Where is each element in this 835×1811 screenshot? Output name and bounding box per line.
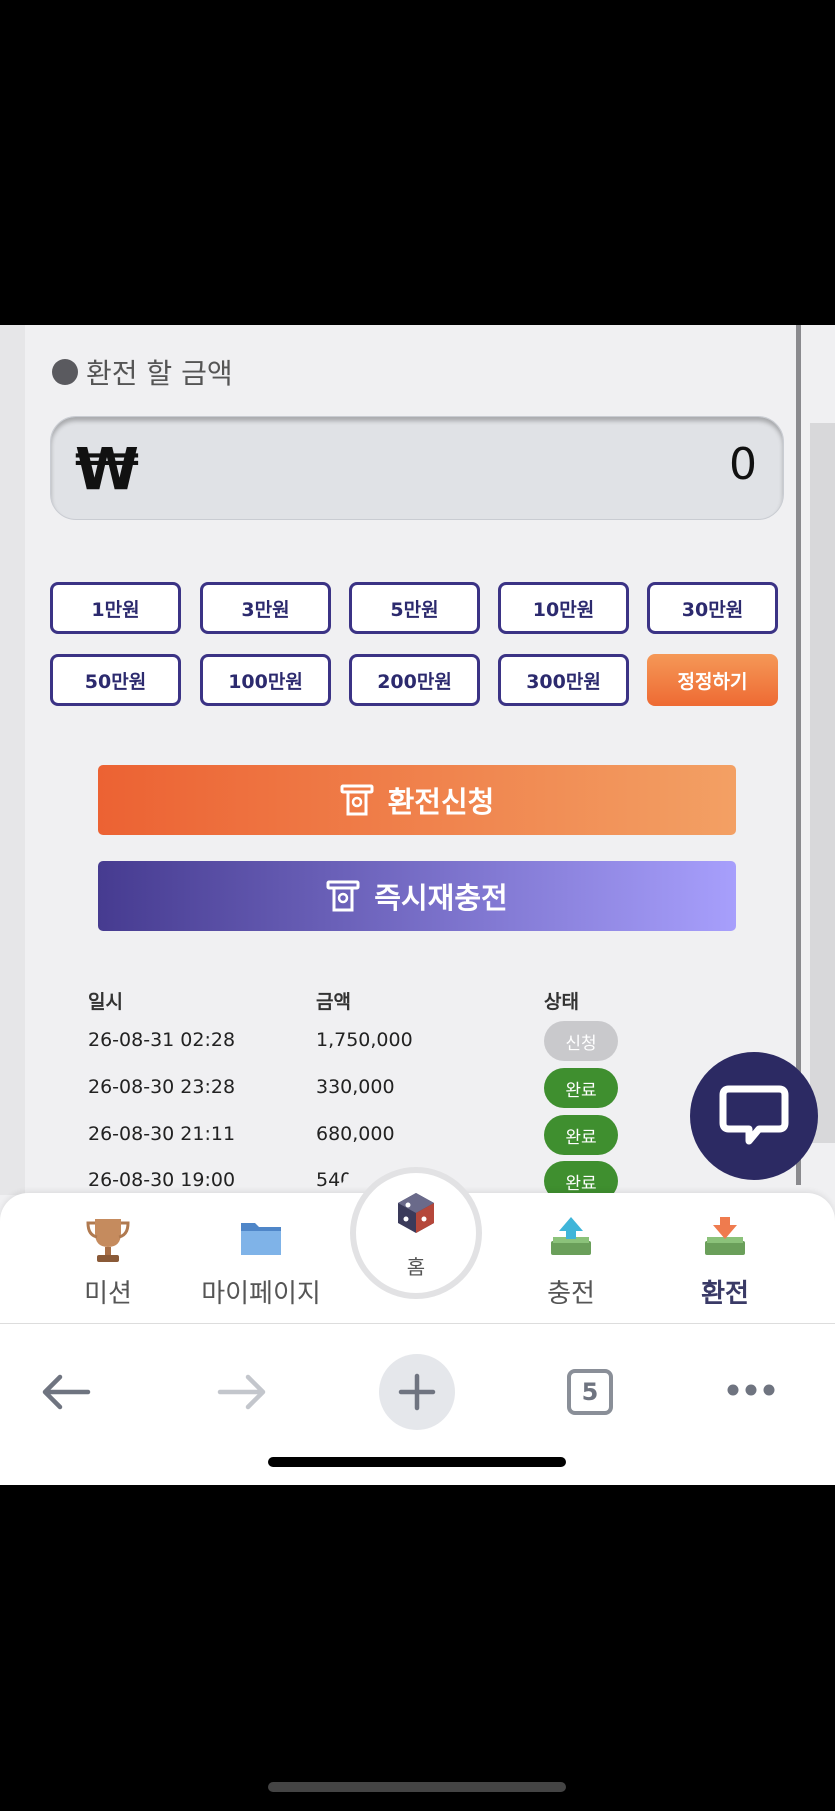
row-date: 26-08-30 21:11	[88, 1123, 236, 1145]
atm-icon	[340, 784, 374, 816]
browser-new-tab-button[interactable]	[379, 1354, 455, 1430]
instant-recharge-label: 즉시재충전	[374, 881, 508, 915]
nav-exchange[interactable]: 환전	[650, 1193, 800, 1313]
plus-icon	[379, 1354, 455, 1430]
browser-tabs-button[interactable]: 5	[567, 1369, 613, 1415]
nav-charge[interactable]: 충전	[496, 1193, 646, 1313]
row-amount: 1,750,000	[316, 1029, 413, 1051]
header-amount: 금액	[316, 991, 351, 1013]
header-status: 상태	[544, 991, 579, 1013]
tab-count: 5	[567, 1369, 613, 1415]
row-date: 26-08-30 23:28	[88, 1076, 236, 1098]
exchange-page: 환전 할 금액 ₩ 0 1만원 3만원 5만원 10만원 30만원 50만원 1…	[0, 325, 835, 1485]
amount-input[interactable]: ₩ 0	[50, 416, 784, 520]
money-down-icon	[705, 1217, 745, 1255]
trophy-icon	[86, 1219, 130, 1262]
nav-home-label: 홈	[406, 1255, 426, 1279]
chip-100000[interactable]: 10만원	[498, 582, 629, 634]
browser-more-button[interactable]	[726, 1382, 776, 1401]
folder-icon	[241, 1223, 281, 1255]
row-amount: 680,000	[316, 1123, 395, 1145]
arrow-left-icon	[42, 1374, 91, 1410]
chat-bubble-icon	[719, 1085, 789, 1145]
status-badge: 완료	[544, 1068, 618, 1108]
exchange-request-button[interactable]: 환전신청	[98, 765, 736, 835]
nav-mypage-label: 마이페이지	[201, 1279, 321, 1309]
background-panel	[810, 423, 835, 1143]
status-badge: 신청	[544, 1021, 618, 1061]
exchange-request-label: 환전신청	[387, 785, 495, 819]
row-amount: 330,000	[316, 1076, 395, 1098]
money-up-icon	[551, 1217, 591, 1255]
browser-back-button[interactable]	[40, 1372, 92, 1416]
chip-30000[interactable]: 3만원	[200, 582, 331, 634]
nav-charge-label: 충전	[547, 1279, 595, 1309]
casino-icon	[398, 1193, 434, 1233]
more-dots-icon	[727, 1384, 775, 1396]
bullet-dot-icon	[52, 359, 78, 385]
amount-value: 0	[729, 439, 757, 490]
browser-forward-button[interactable]	[216, 1372, 268, 1416]
arrow-right-icon	[217, 1374, 266, 1410]
status-badge: 완료	[544, 1115, 618, 1155]
header-date: 일시	[88, 991, 123, 1013]
nav-home-button[interactable]: 홈	[350, 1167, 482, 1299]
amount-label: 환전 할 금액	[52, 355, 233, 390]
chip-50000[interactable]: 5만원	[349, 582, 480, 634]
row-date: 26-08-31 02:28	[88, 1029, 236, 1051]
scrollbar[interactable]	[796, 325, 801, 1185]
nav-mission[interactable]: 미션	[33, 1193, 183, 1313]
table-row: 26-08-31 02:28 1,750,000 신청	[88, 1021, 688, 1065]
won-symbol: ₩	[75, 435, 139, 503]
chip-300000[interactable]: 30만원	[647, 582, 778, 634]
chip-3000000[interactable]: 300만원	[498, 654, 629, 706]
chip-2000000[interactable]: 200만원	[349, 654, 480, 706]
atm-icon	[326, 880, 360, 912]
chip-1000000[interactable]: 100만원	[200, 654, 331, 706]
row-date: 26-08-30 19:00	[88, 1169, 236, 1191]
nav-mission-label: 미션	[84, 1279, 132, 1309]
live-chat-button[interactable]	[690, 1052, 818, 1180]
nav-mypage[interactable]: 마이페이지	[186, 1193, 336, 1313]
instant-recharge-button[interactable]: 즉시재충전	[98, 861, 736, 931]
chip-10000[interactable]: 1만원	[50, 582, 181, 634]
home-indicator	[268, 1457, 566, 1467]
table-row: 26-08-30 23:28 330,000 완료	[88, 1068, 688, 1112]
reset-button[interactable]: 정정하기	[647, 654, 778, 706]
browser-toolbar: 5	[0, 1323, 835, 1485]
chip-500000[interactable]: 50만원	[50, 654, 181, 706]
left-margin	[0, 325, 25, 1195]
system-home-indicator	[268, 1782, 566, 1792]
nav-exchange-label: 환전	[701, 1279, 749, 1309]
